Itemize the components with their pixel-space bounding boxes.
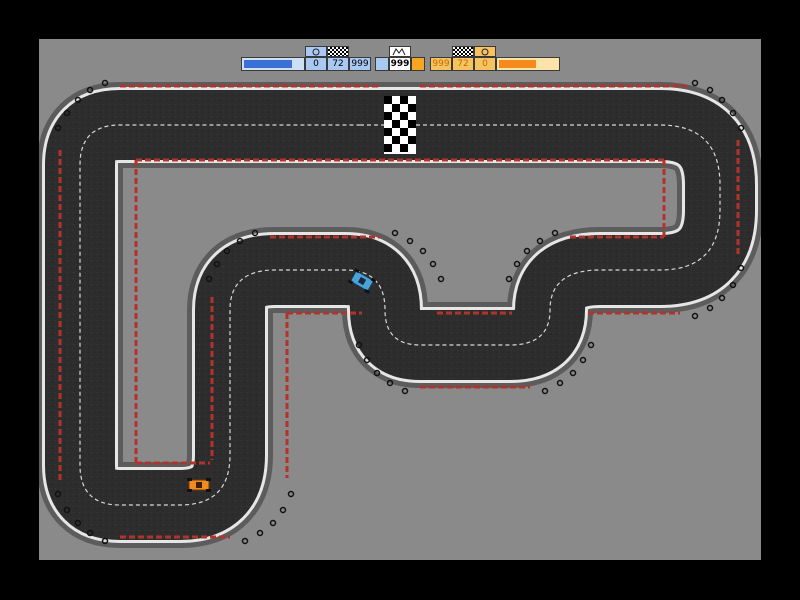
helmet-icon: [305, 46, 327, 57]
center-left-block: [375, 57, 389, 71]
start-finish-line: [384, 96, 416, 154]
center-time: 999: [389, 57, 411, 71]
player1-boost-bar: [241, 57, 305, 71]
player1-time: 999: [349, 57, 371, 71]
player1-boost-fill: [244, 60, 293, 68]
player2-boost-bar: [496, 57, 560, 71]
player2-boost-fill: [499, 60, 537, 68]
center-right-block: [411, 57, 425, 71]
player1-laps: 0: [305, 57, 327, 71]
game-field: [39, 39, 761, 560]
asphalt-surface: [45, 90, 755, 540]
checkered-flag-icon: [327, 46, 349, 57]
player2-laps: 0: [474, 57, 496, 71]
player2-total-laps: 72: [452, 57, 474, 71]
player1-hud: 0 72 999: [241, 46, 371, 71]
race-mode-icon: [389, 46, 411, 57]
race-car-orange: [187, 478, 211, 492]
checkered-flag-icon: [452, 46, 474, 57]
player2-hud: 999 72 0: [430, 46, 560, 71]
center-hud: 999: [375, 46, 425, 71]
race-track: [39, 79, 761, 548]
helmet-icon: [474, 46, 496, 57]
player1-total-laps: 72: [327, 57, 349, 71]
player2-time: 999: [430, 57, 452, 71]
